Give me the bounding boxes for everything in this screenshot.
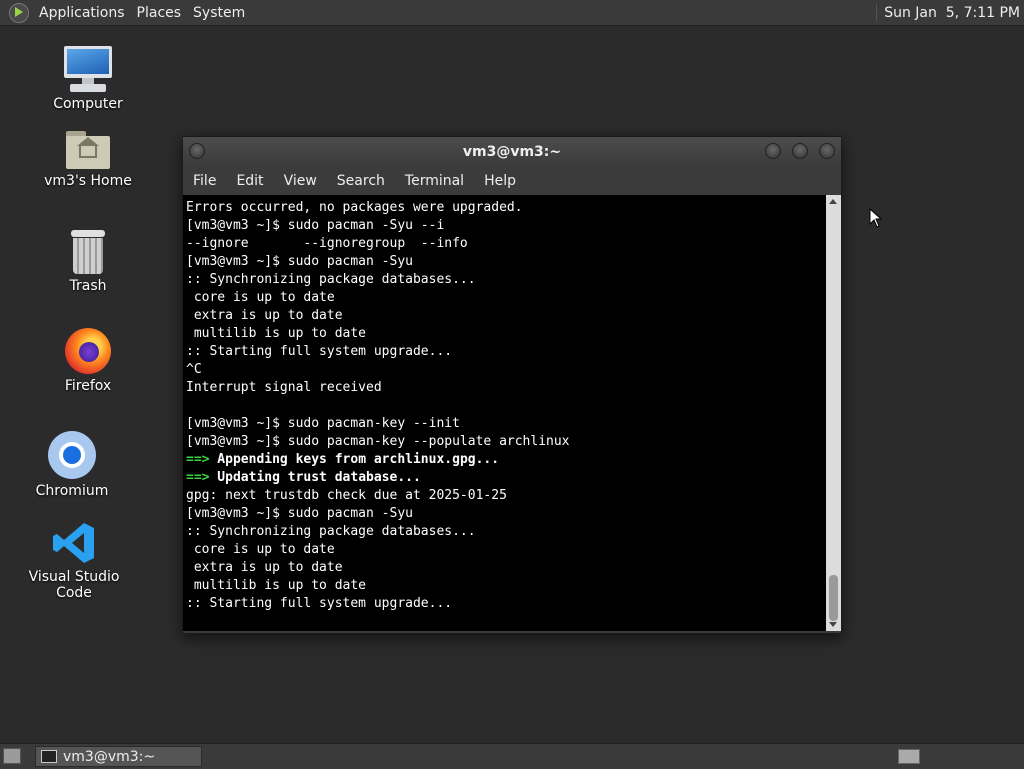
terminal-line-text: [vm3@vm3 ~]$ sudo pacman-key --init bbox=[186, 416, 460, 431]
terminal-icon bbox=[41, 750, 57, 763]
top-panel: Applications Places System Sun Jan 5, 7:… bbox=[0, 0, 1024, 26]
terminal-line-text: [vm3@vm3 ~]$ sudo pacman -Syu bbox=[186, 506, 413, 521]
desktop-icon-label: Visual Studio Code bbox=[28, 569, 120, 601]
chromium-icon bbox=[48, 431, 96, 479]
terminal-line-text: Updating trust database... bbox=[209, 470, 421, 485]
menu-system[interactable]: System bbox=[189, 5, 253, 21]
menu-applications[interactable]: Applications bbox=[35, 5, 133, 21]
terminal-line: ^C bbox=[186, 361, 826, 379]
desktop-icon-label: Computer bbox=[53, 96, 123, 112]
taskbar-item-terminal[interactable]: vm3@vm3:~ bbox=[35, 746, 202, 767]
menu-edit[interactable]: Edit bbox=[226, 173, 273, 189]
desktop-icon-chromium[interactable]: Chromium bbox=[17, 431, 127, 499]
terminal-title: vm3@vm3:~ bbox=[462, 144, 562, 160]
vscode-icon bbox=[52, 521, 96, 565]
terminal-line-text: extra is up to date bbox=[186, 560, 343, 575]
terminal-line-text: multilib is up to date bbox=[186, 578, 367, 593]
minimize-button[interactable] bbox=[765, 143, 781, 159]
terminal-line: [vm3@vm3 ~]$ sudo pacman -Syu --i bbox=[186, 217, 826, 235]
clock-text: Sun Jan 5, 7:11 PM bbox=[884, 4, 1020, 21]
terminal-line: [vm3@vm3 ~]$ sudo pacman -Syu bbox=[186, 505, 826, 523]
terminal-line-text: :: Synchronizing package databases... bbox=[186, 524, 476, 539]
terminal-line: Interrupt signal received bbox=[186, 379, 826, 397]
desktop-icon-computer[interactable]: Computer bbox=[33, 46, 143, 112]
terminal-line: core is up to date bbox=[186, 541, 826, 559]
terminal-line-text: [vm3@vm3 ~]$ sudo pacman-key --populate … bbox=[186, 434, 570, 449]
desktop-icon-trash[interactable]: Trash bbox=[33, 230, 143, 294]
desktop-icon-label: Chromium bbox=[35, 483, 109, 499]
terminal-line: Errors occurred, no packages were upgrad… bbox=[186, 199, 826, 217]
maximize-button[interactable] bbox=[792, 143, 808, 159]
terminal-output[interactable]: Errors occurred, no packages were upgrad… bbox=[183, 195, 826, 631]
terminal-line bbox=[186, 397, 826, 415]
terminal-line: core is up to date bbox=[186, 289, 826, 307]
terminal-scrollbar[interactable] bbox=[826, 195, 841, 631]
terminal-line-text: gpg: next trustdb check due at 2025-01-2… bbox=[186, 488, 507, 503]
close-button[interactable] bbox=[819, 143, 835, 159]
mouse-pointer-icon bbox=[869, 208, 883, 228]
menu-view[interactable]: View bbox=[274, 173, 327, 189]
terminal-line-text: core is up to date bbox=[186, 542, 335, 557]
terminal-line: [vm3@vm3 ~]$ sudo pacman-key --populate … bbox=[186, 433, 826, 451]
terminal-line: :: Synchronizing package databases... bbox=[186, 271, 826, 289]
terminal-line: :: Synchronizing package databases... bbox=[186, 523, 826, 541]
terminal-line: [vm3@vm3 ~]$ sudo pacman-key --init bbox=[186, 415, 826, 433]
terminal-arrow-prefix: ==> bbox=[186, 470, 210, 485]
desktop-icon-home[interactable]: vm3's Home bbox=[33, 129, 143, 189]
terminal-line-text: extra is up to date bbox=[186, 308, 343, 323]
terminal-titlebar[interactable]: vm3@vm3:~ bbox=[183, 137, 841, 167]
terminal-line: multilib is up to date bbox=[186, 577, 826, 595]
terminal-line-text bbox=[186, 398, 194, 413]
taskbar-item-label: vm3@vm3:~ bbox=[63, 748, 156, 765]
firefox-icon bbox=[65, 328, 111, 374]
terminal-line: multilib is up to date bbox=[186, 325, 826, 343]
menu-file[interactable]: File bbox=[183, 173, 226, 189]
terminal-line: ==> Appending keys from archlinux.gpg... bbox=[186, 451, 826, 469]
terminal-line: :: Starting full system upgrade... bbox=[186, 595, 826, 613]
panel-separator bbox=[876, 4, 878, 21]
terminal-arrow-prefix: ==> bbox=[186, 452, 210, 467]
terminal-line-text: multilib is up to date bbox=[186, 326, 367, 341]
menu-search[interactable]: Search bbox=[327, 173, 395, 189]
terminal-line: :: Starting full system upgrade... bbox=[186, 343, 826, 361]
scroll-down-arrow-icon[interactable] bbox=[829, 622, 837, 627]
clock[interactable]: Sun Jan 5, 7:11 PM bbox=[876, 0, 1024, 25]
terminal-line-text: :: Starting full system upgrade... bbox=[186, 344, 453, 359]
scrollbar-thumb[interactable] bbox=[829, 575, 838, 621]
terminal-line-text: Interrupt signal received bbox=[186, 380, 382, 395]
terminal-line-text: Appending keys from archlinux.gpg... bbox=[209, 452, 500, 467]
desktop-icon-label: Trash bbox=[69, 278, 107, 294]
terminal-line-text: core is up to date bbox=[186, 290, 335, 305]
terminal-line: --ignore --ignoregroup --info bbox=[186, 235, 826, 253]
bottom-panel: vm3@vm3:~ bbox=[0, 743, 1024, 769]
trash-icon bbox=[70, 230, 106, 274]
terminal-line-text: [vm3@vm3 ~]$ sudo pacman -Syu --i bbox=[186, 218, 445, 233]
scroll-up-arrow-icon[interactable] bbox=[829, 199, 837, 204]
terminal-line-text: Errors occurred, no packages were upgrad… bbox=[186, 200, 523, 215]
terminal-menubar: File Edit View Search Terminal Help bbox=[183, 167, 841, 195]
desktop-icon-firefox[interactable]: Firefox bbox=[33, 328, 143, 394]
terminal-line: [vm3@vm3 ~]$ sudo pacman -Syu bbox=[186, 253, 826, 271]
home-folder-icon bbox=[66, 129, 110, 169]
desktop-icon-label: vm3's Home bbox=[44, 173, 132, 189]
terminal-line-text: [vm3@vm3 ~]$ sudo pacman -Syu bbox=[186, 254, 413, 269]
menu-help[interactable]: Help bbox=[474, 173, 526, 189]
terminal-line: gpg: next trustdb check due at 2025-01-2… bbox=[186, 487, 826, 505]
desktop-icon-vscode[interactable]: Visual Studio Code bbox=[14, 521, 134, 601]
show-desktop-icon[interactable] bbox=[3, 748, 21, 764]
terminal-line: ==> Updating trust database... bbox=[186, 469, 826, 487]
terminal-line: extra is up to date bbox=[186, 307, 826, 325]
menu-places[interactable]: Places bbox=[133, 5, 190, 21]
menu-terminal[interactable]: Terminal bbox=[395, 173, 474, 189]
terminal-line: extra is up to date bbox=[186, 559, 826, 577]
terminal-line-text: ^C bbox=[186, 362, 202, 377]
terminal-line-text: --ignore --ignoregroup --info bbox=[186, 236, 468, 251]
terminal-line-text: :: Synchronizing package databases... bbox=[186, 272, 476, 287]
desktop-icon-label: Firefox bbox=[64, 378, 112, 394]
distro-logo-icon[interactable] bbox=[9, 2, 29, 23]
terminal-line-text: :: Starting full system upgrade... bbox=[186, 596, 453, 611]
terminal-window[interactable]: vm3@vm3:~ File Edit View Search Terminal… bbox=[182, 136, 842, 634]
computer-icon bbox=[64, 46, 112, 92]
workspace-switcher[interactable] bbox=[898, 749, 920, 764]
